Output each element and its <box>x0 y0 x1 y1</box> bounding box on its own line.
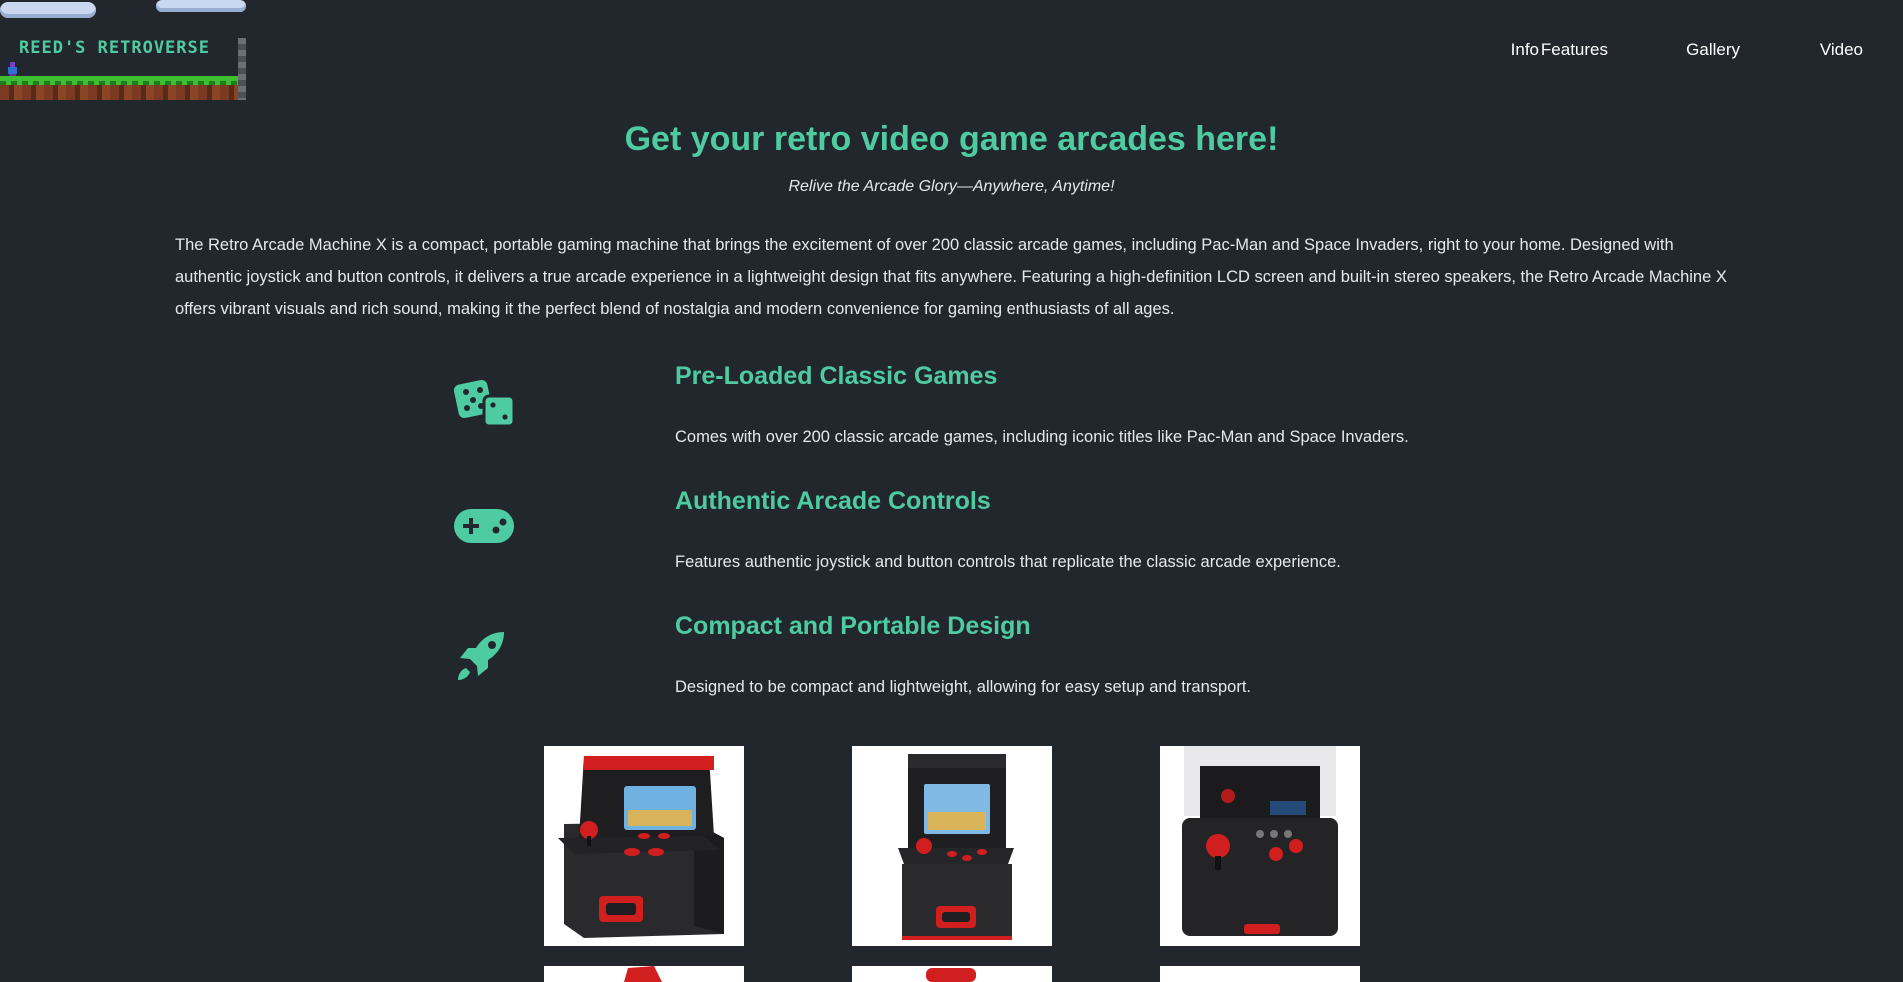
gallery-image[interactable] <box>544 966 744 982</box>
site-logo[interactable]: REED'S RETROVERSE <box>0 0 246 100</box>
nav-link-info[interactable]: Info <box>1511 40 1539 60</box>
gallery-image[interactable] <box>852 966 1052 982</box>
feature-title: Compact and Portable Design <box>675 612 1031 640</box>
feature-description: Features authentic joystick and button c… <box>675 553 1341 571</box>
cloud-decoration <box>156 0 246 12</box>
page-title: Get your retro video game arcades here! <box>624 120 1279 158</box>
dirt-strip <box>0 85 240 100</box>
gallery-image[interactable] <box>544 746 744 946</box>
nav-link-gallery[interactable]: Gallery <box>1686 40 1740 60</box>
nav-link-video[interactable]: Video <box>1820 40 1863 60</box>
tagline: Relive the Arcade Glory—Anywhere, Anytim… <box>788 178 1115 195</box>
intro-paragraph: The Retro Arcade Machine X is a compact,… <box>175 236 1727 318</box>
feature-description: Designed to be compact and lightweight, … <box>675 678 1252 696</box>
feature-title: Pre-Loaded Classic Games <box>675 362 998 390</box>
stone-pillar <box>238 38 246 100</box>
cloud-decoration <box>0 2 96 18</box>
feature-title: Authentic Arcade Controls <box>675 487 991 515</box>
logo-text: REED'S RETROVERSE <box>19 38 210 58</box>
feature-description: Comes with over 200 classic arcade games… <box>675 428 1409 446</box>
gallery-image[interactable] <box>852 746 1052 946</box>
gallery-image[interactable] <box>1160 746 1360 946</box>
dice-icon <box>452 374 516 434</box>
gamepad-icon <box>452 505 516 565</box>
rocket-icon <box>452 628 516 688</box>
gallery-image[interactable] <box>1160 966 1360 982</box>
nav-link-features[interactable]: Features <box>1541 40 1608 60</box>
